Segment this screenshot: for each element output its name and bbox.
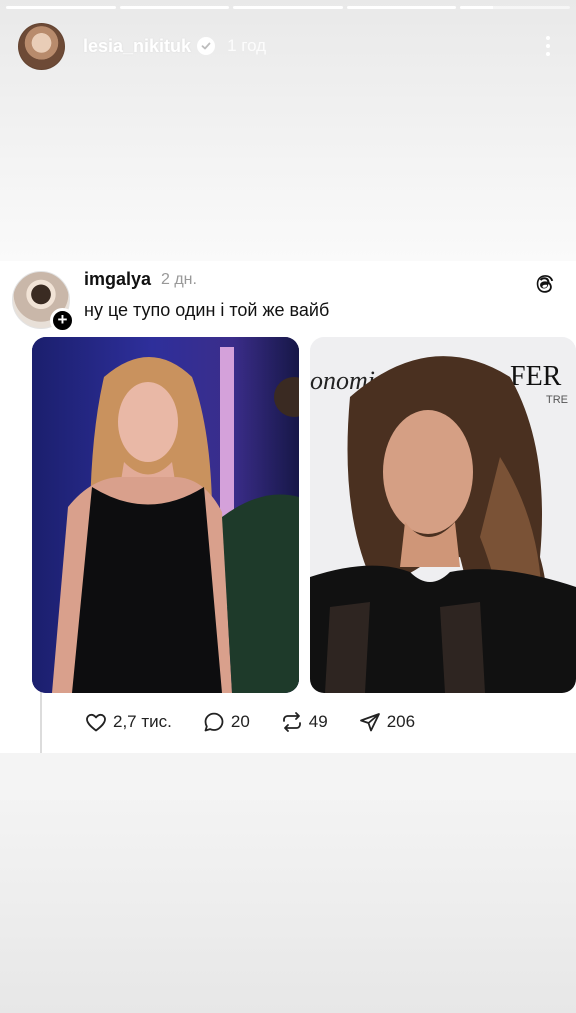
like-button[interactable]: 2,7 тис. <box>84 710 172 734</box>
heart-icon <box>86 713 106 732</box>
backdrop-text: FER <box>510 361 562 392</box>
story-progress-segment <box>346 6 457 9</box>
repost-count: 49 <box>308 712 328 731</box>
reply-count: 20 <box>230 712 250 731</box>
post-stats: 2,7 тис. 20 49 206 <box>84 710 415 734</box>
backdrop-text: TRE <box>546 394 568 406</box>
repost-button[interactable]: 49 <box>280 710 328 734</box>
story-header: lesia_nikituk 1 год <box>18 22 558 70</box>
post-text: ну це тупо один і той же вайб <box>84 300 330 320</box>
post-username[interactable]: imgalya <box>84 269 151 290</box>
post-photo-right[interactable]: onomics FER TRE <box>310 337 576 693</box>
repost-icon <box>282 712 301 732</box>
story-progress-segment <box>119 6 230 9</box>
more-icon[interactable] <box>538 31 558 61</box>
follow-plus-icon[interactable]: + <box>50 308 75 333</box>
share-button[interactable]: 206 <box>358 710 415 734</box>
story-username[interactable]: lesia_nikituk <box>83 36 191 57</box>
reply-icon <box>204 712 224 732</box>
post-photo-left[interactable] <box>32 337 299 693</box>
right-photo-illustration: onomics FER TRE <box>310 337 576 693</box>
share-count: 206 <box>386 712 416 731</box>
story-progress <box>6 6 570 9</box>
like-count: 2,7 тис. <box>113 712 172 731</box>
post-time: 2 дн. <box>161 271 197 288</box>
story-progress-segment <box>233 6 343 9</box>
thread-line <box>40 690 42 753</box>
verified-icon <box>197 37 216 55</box>
story-progress-segment <box>460 6 570 9</box>
left-photo-illustration <box>32 337 299 693</box>
reply-button[interactable]: 20 <box>202 710 250 734</box>
share-icon <box>359 713 380 732</box>
threads-logo-icon[interactable] <box>532 271 556 295</box>
story-progress-segment <box>6 6 116 9</box>
story-time: 1 год <box>227 36 267 55</box>
story-avatar[interactable] <box>18 22 65 70</box>
